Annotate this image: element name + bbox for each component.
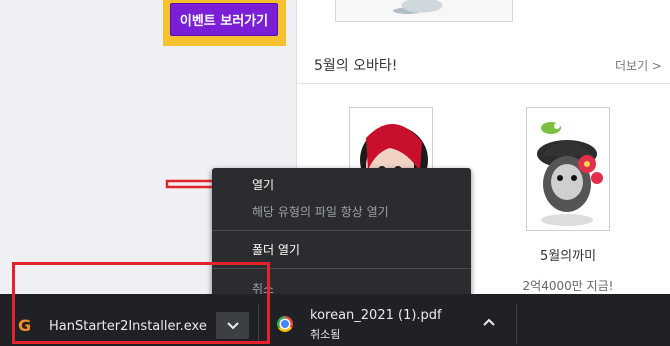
annotation-highlight-box: [12, 262, 270, 344]
download-filename: korean_2021 (1).pdf: [310, 308, 442, 323]
character-name: 5월의까미: [539, 249, 597, 264]
event-banner: 이벤트 보러가기: [163, 0, 286, 46]
menu-item-show-in-folder[interactable]: 폴더 열기: [212, 239, 471, 261]
download-separator: [516, 304, 517, 344]
top-thumbnail: [335, 0, 513, 22]
character-image-2: [527, 108, 609, 230]
event-button[interactable]: 이벤트 보러가기: [170, 3, 278, 36]
chrome-icon: [277, 316, 293, 332]
chevron-up-icon[interactable]: [483, 318, 495, 326]
character-thumbnail-2[interactable]: [526, 107, 610, 231]
character-price: 2억4000만 지금!: [522, 279, 614, 293]
section-title: 5월의 오바타!: [314, 58, 398, 74]
menu-item-always-open[interactable]: 해당 유형의 파일 항상 열기: [212, 201, 471, 223]
character-image: [386, 0, 458, 18]
menu-item-open[interactable]: 열기: [212, 174, 471, 196]
more-link[interactable]: 더보기 >: [615, 57, 662, 74]
section-divider: [297, 83, 670, 84]
download-status: 취소됨: [310, 328, 341, 341]
menu-separator: [212, 230, 471, 231]
